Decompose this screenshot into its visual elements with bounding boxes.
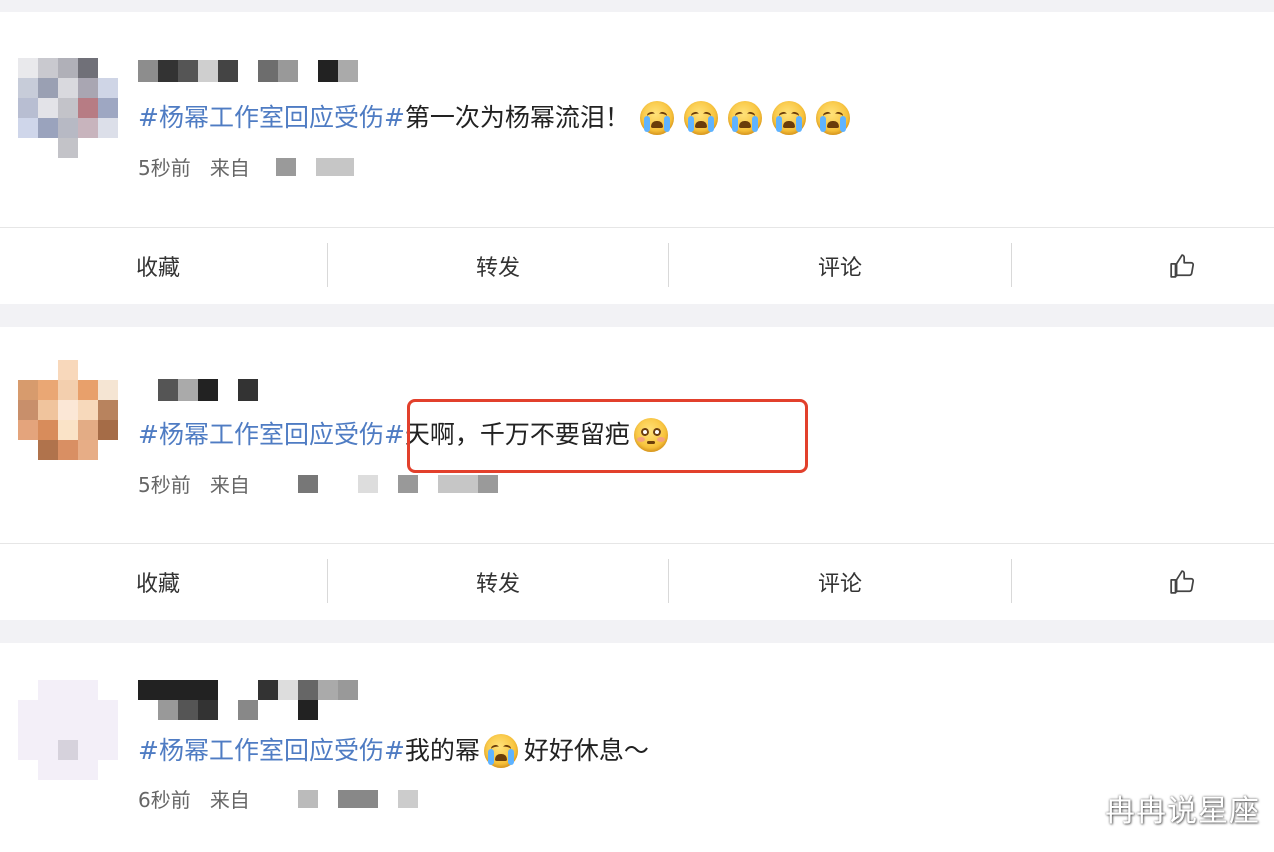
timestamp[interactable]: 5秒前 xyxy=(138,156,191,180)
avatar[interactable] xyxy=(18,58,118,158)
avatar[interactable] xyxy=(18,680,118,780)
comment-label: 评论 xyxy=(817,572,862,597)
source-redacted[interactable] xyxy=(298,475,498,493)
username-redacted[interactable] xyxy=(138,379,260,401)
comment-label: 评论 xyxy=(817,256,862,281)
divider xyxy=(1011,559,1012,603)
hashtag-link[interactable]: #杨幂工作室回应受伤# xyxy=(138,415,405,455)
post-meta: 5秒前 来自 xyxy=(138,470,498,500)
repost-label: 转发 xyxy=(475,572,520,597)
post-card-3: #杨幂工作室回应受伤# 我的幂 好好休息～ 6秒前 来自 xyxy=(0,643,1274,852)
comment-button[interactable]: 评论 xyxy=(669,228,1011,304)
username-redacted[interactable] xyxy=(138,60,360,82)
repost-label: 转发 xyxy=(475,256,520,281)
source-label: 来自 xyxy=(209,156,250,180)
username-redacted[interactable] xyxy=(138,680,360,720)
timestamp[interactable]: 6秒前 xyxy=(138,788,191,812)
favorite-button[interactable]: 收藏 xyxy=(0,544,316,620)
like-button[interactable] xyxy=(1140,228,1224,304)
post-text-before: 我的幂 xyxy=(404,736,480,765)
crying-face-icon xyxy=(483,734,518,768)
crying-face-icon xyxy=(683,101,718,135)
favorite-button[interactable]: 收藏 xyxy=(0,228,316,304)
hashtag-link[interactable]: #杨幂工作室回应受伤# xyxy=(138,731,405,771)
source-redacted[interactable] xyxy=(276,158,354,176)
crying-face-icon xyxy=(727,101,762,135)
crying-face-icon xyxy=(815,101,850,135)
favorite-label: 收藏 xyxy=(135,572,180,597)
post-text-after: 好好休息～ xyxy=(523,736,649,765)
like-button[interactable] xyxy=(1140,544,1224,620)
post-text: 第一次为杨幂流泪！ xyxy=(404,103,630,132)
timestamp[interactable]: 5秒前 xyxy=(138,473,191,497)
comment-button[interactable]: 评论 xyxy=(669,544,1011,620)
post-content: #杨幂工作室回应受伤# 我的幂 好好休息～ xyxy=(138,731,649,771)
repost-button[interactable]: 转发 xyxy=(328,544,668,620)
hashtag-link[interactable]: #杨幂工作室回应受伤# xyxy=(138,98,405,138)
crying-face-icon xyxy=(639,101,674,135)
thumbs-up-icon xyxy=(1170,570,1195,594)
favorite-label: 收藏 xyxy=(135,256,180,281)
action-bar: 收藏 转发 评论 xyxy=(0,227,1274,304)
post-content: #杨幂工作室回应受伤# 第一次为杨幂流泪！ xyxy=(138,98,850,138)
crying-face-icon xyxy=(771,101,806,135)
post-meta: 5秒前 来自 xyxy=(138,153,354,183)
watermark: 冉冉说星座 xyxy=(1105,794,1260,829)
source-label: 来自 xyxy=(209,473,250,497)
avatar[interactable] xyxy=(18,360,118,460)
repost-button[interactable]: 转发 xyxy=(328,228,668,304)
thumbs-up-icon xyxy=(1170,254,1195,278)
post-meta: 6秒前 来自 xyxy=(138,785,418,815)
action-bar: 收藏 转发 评论 xyxy=(0,543,1274,620)
divider xyxy=(1011,243,1012,287)
source-redacted[interactable] xyxy=(278,790,418,808)
source-label: 来自 xyxy=(209,788,250,812)
highlight-annotation-box xyxy=(407,399,808,473)
